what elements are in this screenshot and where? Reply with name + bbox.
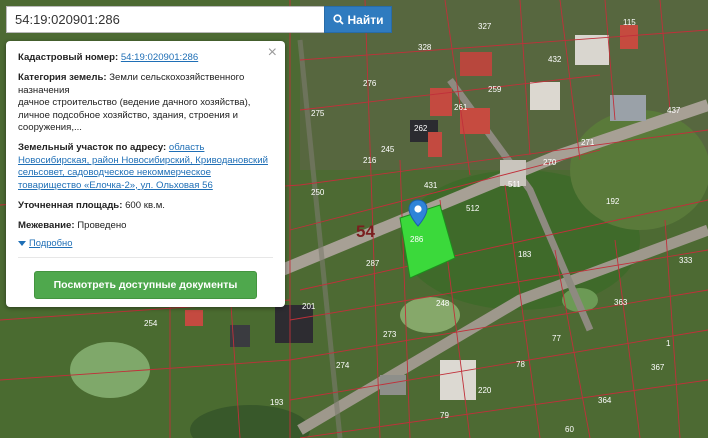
land-category-label: Категория земель:: [18, 72, 107, 84]
svg-text:512: 512: [466, 204, 480, 213]
svg-text:248: 248: [436, 299, 450, 308]
svg-text:333: 333: [679, 256, 693, 265]
area-label: Уточненная площадь:: [18, 200, 123, 212]
selected-parcel-label: 286: [410, 235, 424, 244]
survey-label: Межевание:: [18, 220, 75, 232]
address-row: Земельный участок по адресу: область Нов…: [18, 142, 273, 192]
svg-text:275: 275: [311, 109, 325, 118]
view-documents-button[interactable]: Посмотреть доступные документы: [34, 271, 257, 299]
search-input[interactable]: [6, 6, 324, 33]
svg-text:327: 327: [478, 22, 492, 31]
svg-text:261: 261: [454, 103, 468, 112]
land-category-row: Категория земель: Земли сельскохозяйстве…: [18, 72, 273, 134]
details-toggle-label: Подробно: [29, 236, 73, 248]
svg-text:363: 363: [614, 298, 628, 307]
cadastral-number-label: Кадастровый номер:: [18, 52, 119, 63]
svg-text:432: 432: [548, 55, 562, 64]
svg-text:78: 78: [516, 360, 525, 369]
search-button-label: Найти: [347, 12, 384, 27]
triangle-down-icon: [18, 240, 26, 246]
svg-text:328: 328: [418, 43, 432, 52]
svg-text:60: 60: [565, 425, 574, 434]
svg-text:115: 115: [623, 18, 636, 27]
svg-text:192: 192: [606, 197, 620, 206]
area-row: Уточненная площадь: 600 кв.м.: [18, 200, 273, 212]
svg-text:183: 183: [518, 250, 532, 259]
svg-text:276: 276: [363, 79, 377, 88]
svg-text:216: 216: [363, 156, 377, 165]
survey-value: Проведено: [77, 220, 127, 232]
quarter-label: 54: [356, 222, 375, 241]
search-button[interactable]: Найти: [324, 6, 392, 33]
svg-text:245: 245: [381, 145, 395, 154]
cadastral-number-link[interactable]: 54:19:020901:286: [121, 52, 198, 63]
svg-text:262: 262: [414, 124, 428, 133]
svg-text:287: 287: [366, 259, 380, 268]
parcel-info-popup: × Кадастровый номер: 54:19:020901:286 Ка…: [6, 41, 285, 307]
svg-text:259: 259: [488, 85, 502, 94]
svg-text:274: 274: [336, 361, 350, 370]
svg-text:273: 273: [383, 330, 397, 339]
svg-text:254: 254: [144, 319, 158, 328]
svg-text:431: 431: [424, 181, 438, 190]
svg-text:77: 77: [552, 334, 561, 343]
popup-divider: [18, 257, 273, 259]
survey-row: Межевание: Проведено: [18, 220, 273, 232]
svg-text:364: 364: [598, 396, 612, 405]
close-icon[interactable]: ×: [268, 45, 277, 61]
svg-text:193: 193: [270, 398, 284, 407]
area-value: 600 кв.м.: [125, 200, 165, 212]
address-label: Земельный участок по адресу:: [18, 142, 167, 154]
cadastral-number-row: Кадастровый номер: 54:19:020901:286: [18, 52, 273, 64]
svg-text:220: 220: [478, 386, 492, 395]
svg-text:271: 271: [581, 138, 595, 147]
details-toggle[interactable]: Подробно: [18, 237, 273, 249]
svg-text:79: 79: [440, 411, 449, 420]
svg-text:250: 250: [311, 188, 325, 197]
svg-text:511: 511: [508, 180, 521, 189]
land-use-value: дачное строительство (ведение дачного хо…: [18, 97, 251, 134]
svg-text:1: 1: [666, 339, 671, 348]
svg-text:201: 201: [302, 302, 316, 311]
svg-text:270: 270: [543, 158, 557, 167]
search-bar: Найти: [6, 6, 392, 33]
search-icon: [332, 14, 344, 25]
svg-text:367: 367: [651, 363, 665, 372]
svg-text:437: 437: [667, 106, 681, 115]
